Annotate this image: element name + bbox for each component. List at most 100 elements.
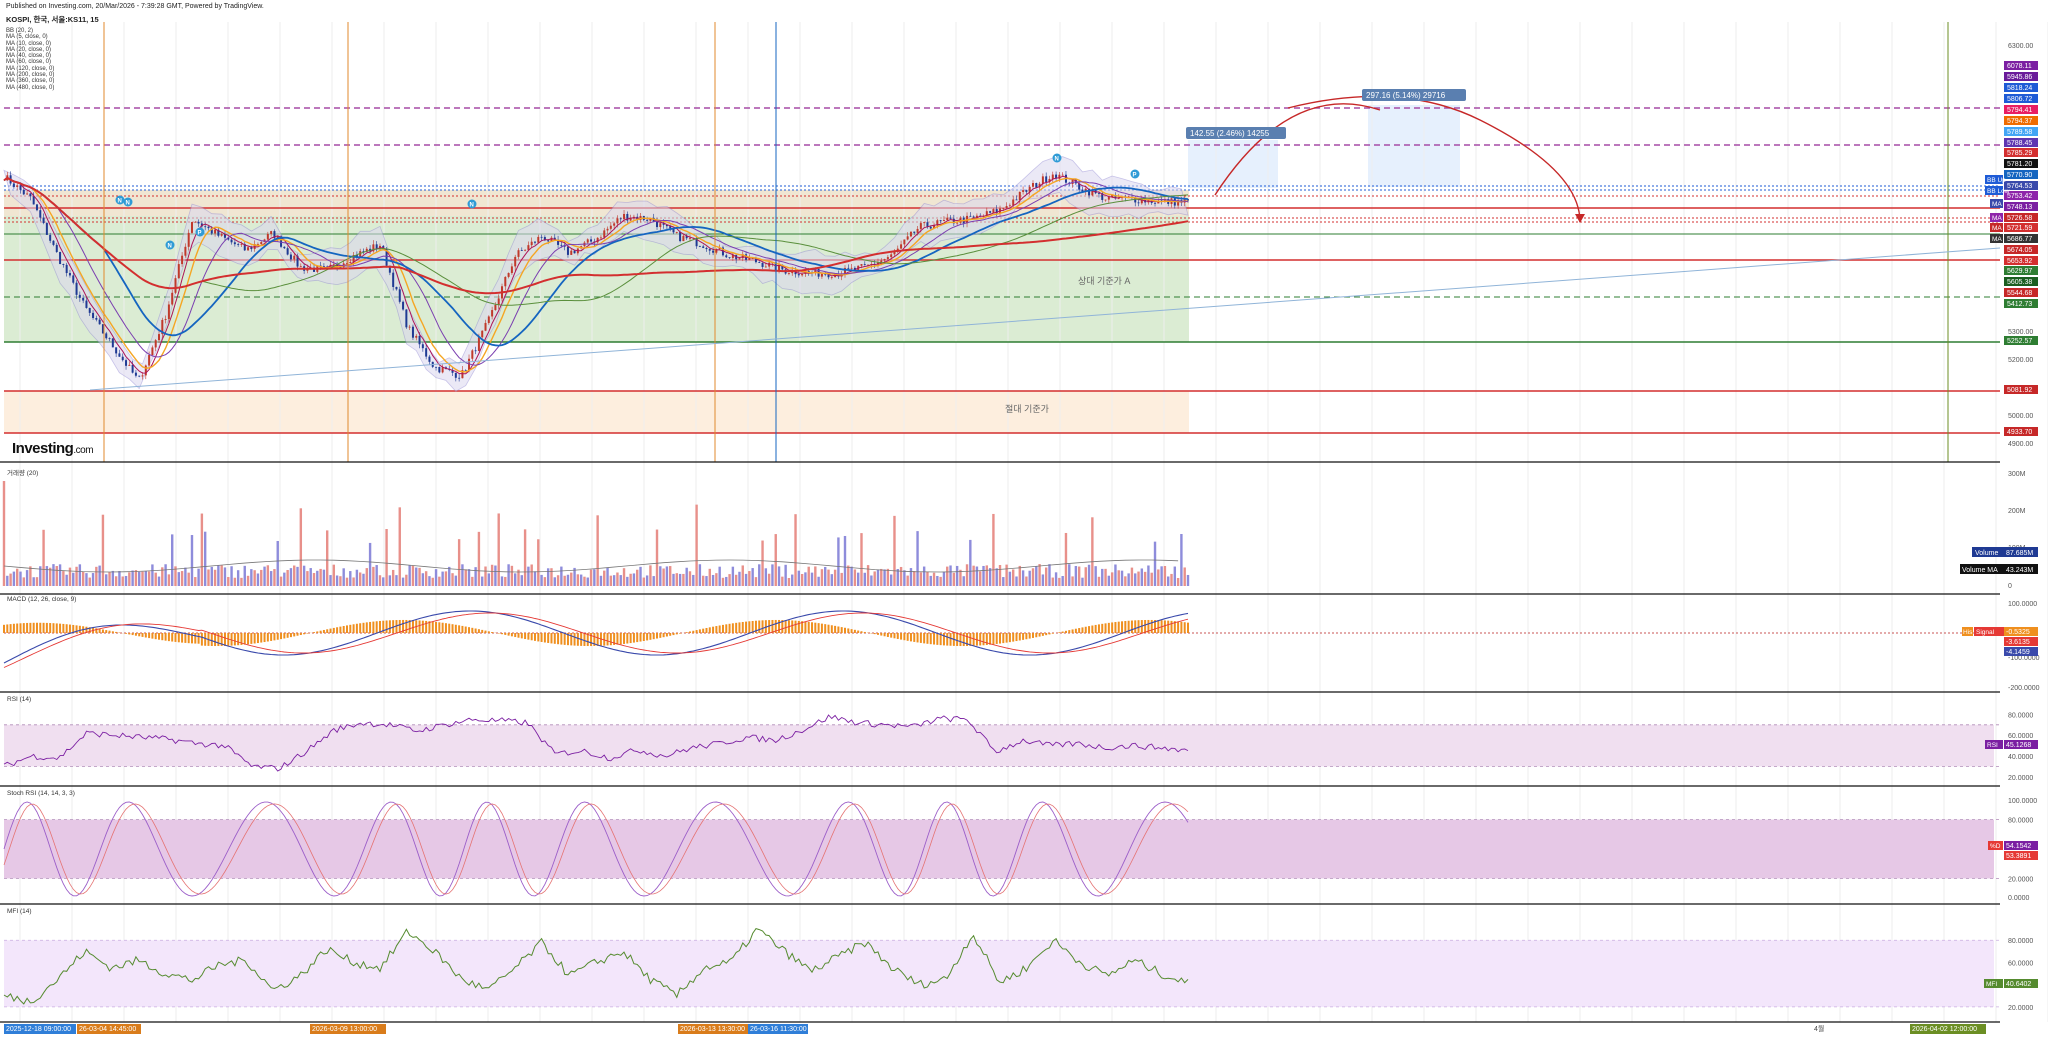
candle-body xyxy=(560,245,562,246)
macd-hist-bar xyxy=(267,633,269,642)
macd-hist-bar xyxy=(1085,627,1087,633)
macd-hist-bar xyxy=(659,633,661,638)
macd-hist-bar xyxy=(504,633,506,635)
volume-bar xyxy=(89,578,91,586)
volume-bar xyxy=(580,575,582,586)
macd-hist-bar xyxy=(913,633,915,642)
candle-body xyxy=(66,265,68,273)
candle-body xyxy=(118,353,120,356)
macd-value: -0.5325 xyxy=(2006,629,2030,636)
mfi-value: 40.6402 xyxy=(2006,981,2031,988)
macd-hist-bar xyxy=(791,620,793,633)
candle-body xyxy=(412,327,414,338)
macd-hist-bar xyxy=(501,633,503,634)
measure-label-2: 297.16 (5.14%) 29716 xyxy=(1366,91,1446,100)
macd-hist-bar xyxy=(844,628,846,633)
macd-hist-bar xyxy=(488,631,490,633)
macd-hist-bar xyxy=(1035,633,1037,637)
measure-box-2 xyxy=(1368,105,1460,187)
volume-bar xyxy=(9,574,11,586)
volume-bars xyxy=(3,481,1189,586)
candle-body xyxy=(943,220,945,221)
macd-hist-bar xyxy=(1042,633,1044,636)
macd-hist-bar xyxy=(936,633,938,645)
candle-body xyxy=(913,232,915,233)
candle-body xyxy=(122,357,124,360)
candle-body xyxy=(376,244,378,248)
macd-hist-bar xyxy=(946,633,948,646)
volume-bar xyxy=(263,567,265,586)
macd-hist-bar xyxy=(359,623,361,633)
volume-bar xyxy=(214,570,216,586)
volume-bar xyxy=(234,578,236,586)
rsi-tag: RSI xyxy=(1987,742,1998,749)
volume-bar xyxy=(1147,565,1149,586)
macd-hist-bar xyxy=(178,633,180,642)
volume-bar xyxy=(1121,571,1123,586)
macd-hist-bar xyxy=(142,633,144,637)
volume-bar xyxy=(603,571,605,586)
volume-bar xyxy=(465,569,467,586)
volume-bar xyxy=(870,575,872,586)
candle-body xyxy=(399,289,401,301)
chart-canvas[interactable]: 6300.005300.005200.005000.004900.00300M2… xyxy=(0,0,2048,1035)
macd-tick: -200.0000 xyxy=(2008,685,2040,692)
volume-bar xyxy=(705,576,707,586)
volume-bar xyxy=(507,564,509,586)
volume-bar xyxy=(26,570,28,586)
volume-bar xyxy=(837,537,839,586)
macd-hist-bar xyxy=(201,633,203,646)
price-label: 5764.53 xyxy=(2007,183,2032,190)
macd-hist-bar xyxy=(725,624,727,633)
candle-body xyxy=(498,298,500,305)
macd-hist-bar xyxy=(1184,622,1186,633)
volume-bar xyxy=(811,573,813,586)
candle-body xyxy=(798,274,800,275)
volume-bar xyxy=(557,575,559,586)
volume-bar xyxy=(596,515,598,586)
macd-hist-bar xyxy=(184,633,186,643)
candle-body xyxy=(567,247,569,255)
volume-bar xyxy=(933,573,935,586)
macd-hist-bar xyxy=(643,633,645,641)
volume-bar xyxy=(1157,569,1159,586)
candle-body xyxy=(62,264,64,265)
price-label: 5653.92 xyxy=(2007,258,2032,265)
macd-hist-bar xyxy=(419,620,421,633)
volume-ma-tag: Volume MA xyxy=(1962,567,1998,574)
volume-bar xyxy=(636,570,638,586)
volume-bar xyxy=(23,577,25,586)
volume-bar xyxy=(1111,572,1113,586)
macd-hist-bar xyxy=(999,633,1001,644)
volume-bar xyxy=(237,570,239,586)
rsi-tick: 20.0000 xyxy=(2008,775,2033,782)
price-label: 5770.90 xyxy=(2007,172,2032,179)
indicator-lines xyxy=(3,611,2000,1007)
volume-bar xyxy=(1184,567,1186,586)
candle-body xyxy=(923,222,925,223)
volume-bar xyxy=(1065,533,1067,586)
zones xyxy=(4,105,1460,433)
macd-hist-bar xyxy=(544,633,546,642)
volume-bar xyxy=(530,564,532,586)
macd-hist-bar xyxy=(234,633,236,645)
x-axis-label: 2026-04-02 12:00:00 xyxy=(1912,1026,1977,1033)
volume-bar xyxy=(1081,578,1083,586)
candle-body xyxy=(511,266,513,273)
candle-body xyxy=(49,235,51,241)
macd-hist-bar xyxy=(445,623,447,633)
volume-bar xyxy=(1160,566,1162,586)
volume-bar xyxy=(1104,569,1106,586)
macd-hist-bar xyxy=(874,633,876,634)
volume-bar xyxy=(620,575,622,586)
macd-hist-bar xyxy=(696,630,698,633)
macd-hist-bar xyxy=(640,633,642,642)
volume-bar xyxy=(392,570,394,586)
macd-hist-bar xyxy=(663,633,665,637)
price-tick: 6300.00 xyxy=(2008,43,2033,50)
macd-hist-bar xyxy=(481,630,483,633)
macd-hist-bar xyxy=(636,633,638,642)
candle-body xyxy=(1098,193,1100,194)
macd-hist-bar xyxy=(132,633,134,635)
macd-hist-bar xyxy=(458,625,460,633)
